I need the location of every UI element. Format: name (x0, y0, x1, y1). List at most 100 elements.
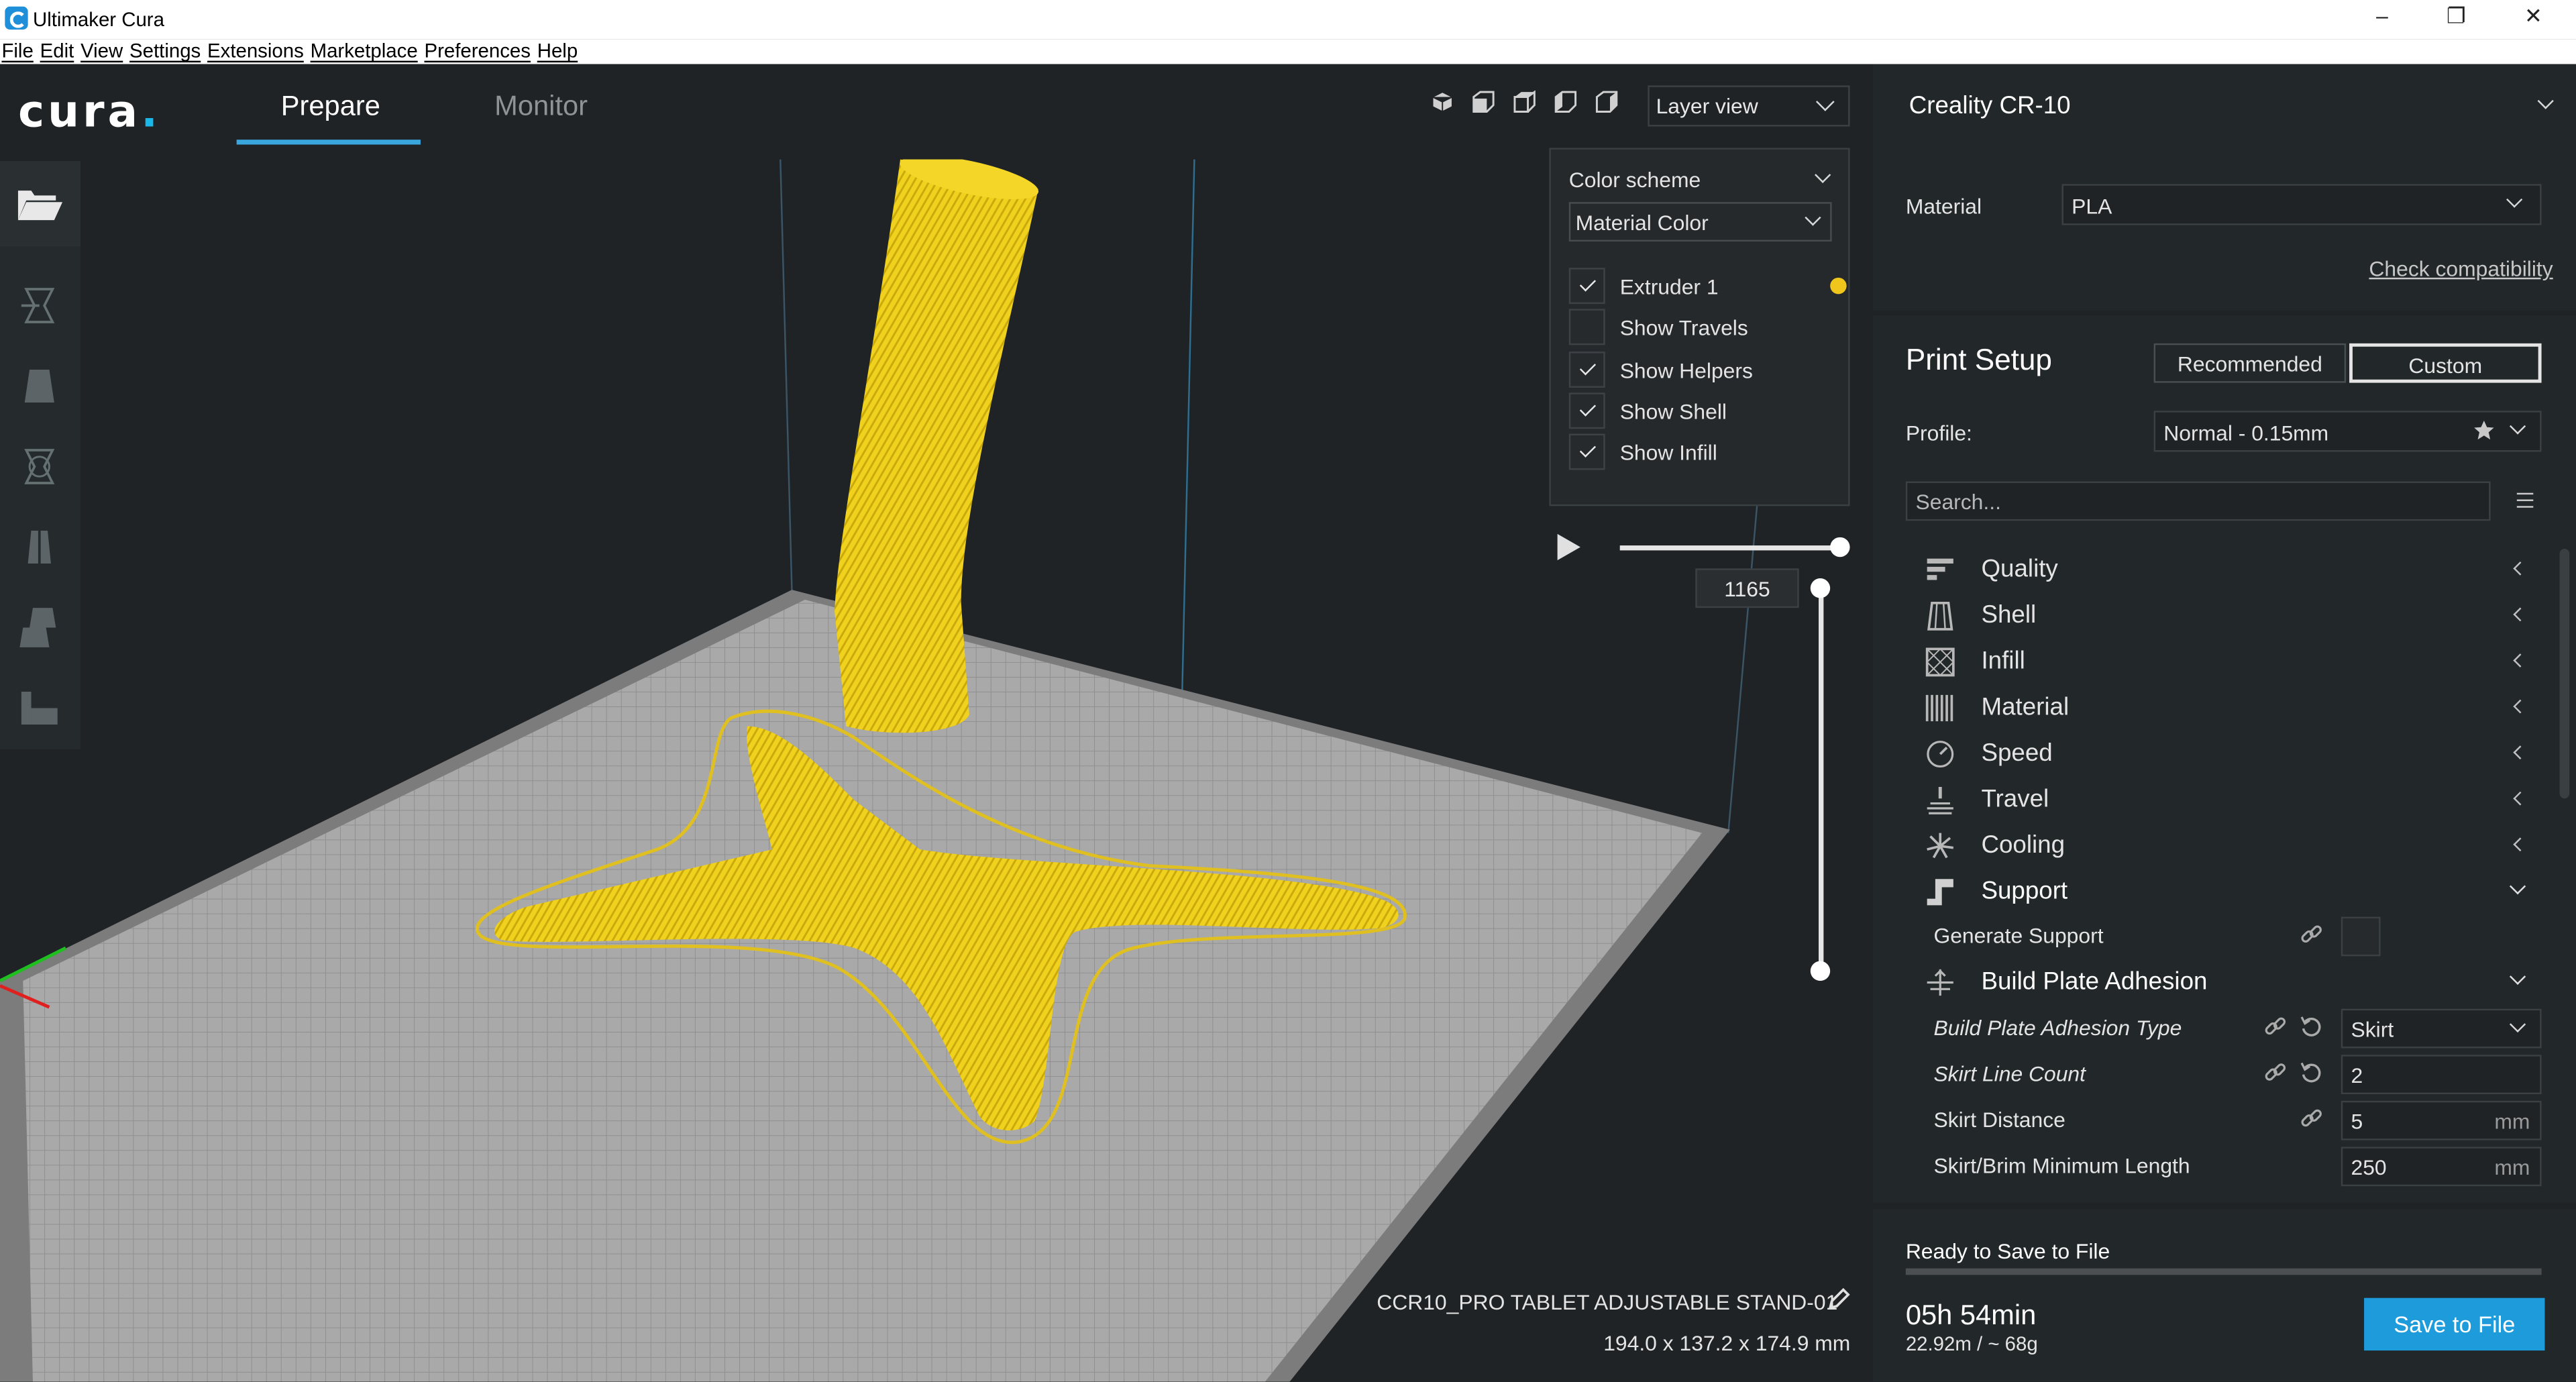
menu-edit[interactable]: Edit (40, 40, 74, 62)
link-icon[interactable] (2264, 1015, 2287, 1038)
extruder-1-label: Extruder 1 (1619, 274, 1719, 299)
open-file-button[interactable] (0, 161, 81, 247)
left-view-icon[interactable] (1554, 91, 1577, 113)
rotate-tool-icon[interactable] (16, 443, 62, 490)
current-layer-field[interactable]: 1165 (1695, 568, 1799, 608)
link-icon[interactable] (2264, 1061, 2287, 1084)
category-travel[interactable]: Travel (1925, 780, 2550, 820)
menu-settings[interactable]: Settings (129, 40, 201, 62)
check-icon (1579, 441, 1597, 458)
show-helpers-option[interactable]: Show Helpers (1568, 352, 1840, 388)
link-icon[interactable] (2300, 923, 2323, 946)
menu-file[interactable]: File (1, 40, 33, 62)
show-travels-option[interactable]: Show Travels (1568, 309, 1840, 346)
quality-icon (1927, 558, 1953, 580)
skirt-distance-input[interactable]: 5 mm (2341, 1100, 2542, 1140)
layer-path-slider[interactable] (1619, 545, 1840, 551)
support-blocker-icon[interactable] (16, 685, 62, 731)
recommended-mode-button[interactable]: Recommended (2153, 343, 2347, 383)
save-to-file-button[interactable]: Save to File (2364, 1297, 2545, 1351)
generate-support-checkbox[interactable] (2341, 916, 2381, 957)
category-shell-label: Shell (1981, 601, 2037, 629)
menu-extensions[interactable]: Extensions (207, 40, 304, 62)
print-setup-section: Print Setup Recommended Custom Profile: … (1872, 315, 2576, 1203)
reset-icon[interactable] (2300, 1015, 2323, 1038)
top-view-icon[interactable] (1513, 90, 1536, 113)
layer-path-slider-handle[interactable] (1830, 537, 1850, 557)
custom-mode-button[interactable]: Custom (2349, 343, 2542, 383)
unit-label: mm (2494, 1109, 2530, 1134)
category-support-label: Support (1981, 877, 2068, 906)
category-support[interactable]: Support (1925, 872, 2550, 912)
printer-name[interactable]: Creality CR-10 (1909, 92, 2071, 120)
close-button[interactable]: ✕ (2517, 3, 2550, 30)
chevron-down-icon[interactable] (1815, 166, 1831, 183)
window-title: Ultimaker Cura (32, 8, 164, 32)
chevron-left-icon (2513, 699, 2528, 714)
extruder-1-option[interactable]: Extruder 1 (1568, 268, 1847, 305)
category-cooling[interactable]: Cooling (1925, 827, 2550, 866)
category-build-plate-adhesion[interactable]: Build Plate Adhesion (1925, 963, 2550, 1002)
move-tool-icon[interactable] (16, 282, 62, 329)
tab-prepare[interactable]: Prepare (281, 91, 380, 123)
color-scheme-value: Material Color (1575, 210, 1709, 235)
menu-help[interactable]: Help (537, 40, 578, 62)
setting-adhesion-type: Build Plate Adhesion Type Skirt (1933, 1008, 2558, 1049)
material-select[interactable]: PLA (2061, 184, 2542, 225)
infill-icon (1925, 647, 1955, 677)
mirror-tool-icon[interactable] (16, 524, 62, 570)
show-shell-checkbox[interactable] (1568, 392, 1605, 429)
menu-marketplace[interactable]: Marketplace (311, 40, 418, 62)
settings-menu-icon[interactable] (2516, 492, 2534, 508)
show-shell-option[interactable]: Show Shell (1568, 392, 1840, 429)
layer-range-slider[interactable] (1819, 588, 1824, 971)
minimize-button[interactable]: – (2366, 3, 2399, 28)
category-material[interactable]: Material (1925, 688, 2550, 728)
chevron-down-icon[interactable] (2537, 93, 2554, 109)
cura-logo: cura. (17, 87, 162, 138)
adhesion-type-select[interactable]: Skirt (2341, 1008, 2542, 1049)
show-travels-label: Show Travels (1619, 315, 1748, 340)
profile-select[interactable]: Normal - 0.15mm (2153, 411, 2542, 452)
restore-button[interactable]: ❐ (2440, 3, 2473, 30)
tab-monitor[interactable]: Monitor (494, 91, 588, 123)
travel-icon (1927, 787, 1953, 814)
per-model-settings-icon[interactable] (16, 604, 62, 651)
check-compatibility-link[interactable]: Check compatibility (2369, 256, 2553, 281)
show-infill-checkbox[interactable] (1568, 433, 1605, 470)
edit-pencil-icon[interactable] (1827, 1288, 1850, 1311)
category-shell[interactable]: Shell (1925, 596, 2550, 636)
chevron-left-icon (2513, 837, 2528, 852)
show-infill-option[interactable]: Show Infill (1568, 433, 1840, 470)
3d-view-icon[interactable] (1431, 91, 1454, 113)
profile-label: Profile: (1905, 420, 1972, 445)
menu-view[interactable]: View (80, 40, 123, 62)
front-view-icon[interactable] (1472, 91, 1495, 113)
show-travels-checkbox[interactable] (1568, 309, 1605, 346)
category-infill[interactable]: Infill (1925, 643, 2550, 682)
scale-tool-icon[interactable] (16, 363, 62, 409)
skirt-min-length-input[interactable]: 250 mm (2341, 1147, 2542, 1187)
layer-slider-bottom-handle[interactable] (1810, 961, 1831, 981)
category-quality[interactable]: Quality (1925, 550, 2550, 590)
check-icon (1579, 359, 1597, 376)
reset-icon[interactable] (2300, 1061, 2323, 1084)
category-travel-label: Travel (1981, 785, 2049, 814)
skirt-line-count-input[interactable]: 2 (2341, 1055, 2542, 1095)
skirt-line-count-label: Skirt Line Count (1933, 1061, 2086, 1086)
view-mode-select[interactable]: Layer view (1648, 85, 1850, 127)
right-view-icon[interactable] (1595, 91, 1618, 113)
play-icon[interactable] (1557, 533, 1580, 561)
star-icon[interactable] (2473, 419, 2496, 441)
settings-search-input[interactable]: Search... (1905, 481, 2491, 521)
chevron-down-icon (1805, 209, 1821, 226)
menu-preferences[interactable]: Preferences (424, 40, 530, 62)
settings-scrollbar[interactable] (2559, 548, 2570, 799)
link-icon[interactable] (2300, 1108, 2323, 1130)
show-helpers-checkbox[interactable] (1568, 352, 1605, 388)
color-scheme-select[interactable]: Material Color (1568, 202, 1832, 242)
layer-slider-top-handle[interactable] (1810, 578, 1831, 598)
extruder-1-checkbox[interactable] (1568, 268, 1605, 305)
category-speed[interactable]: Speed (1925, 735, 2550, 774)
settings-panel: Creality CR-10 Material PLA Check compat… (1869, 64, 2576, 1382)
